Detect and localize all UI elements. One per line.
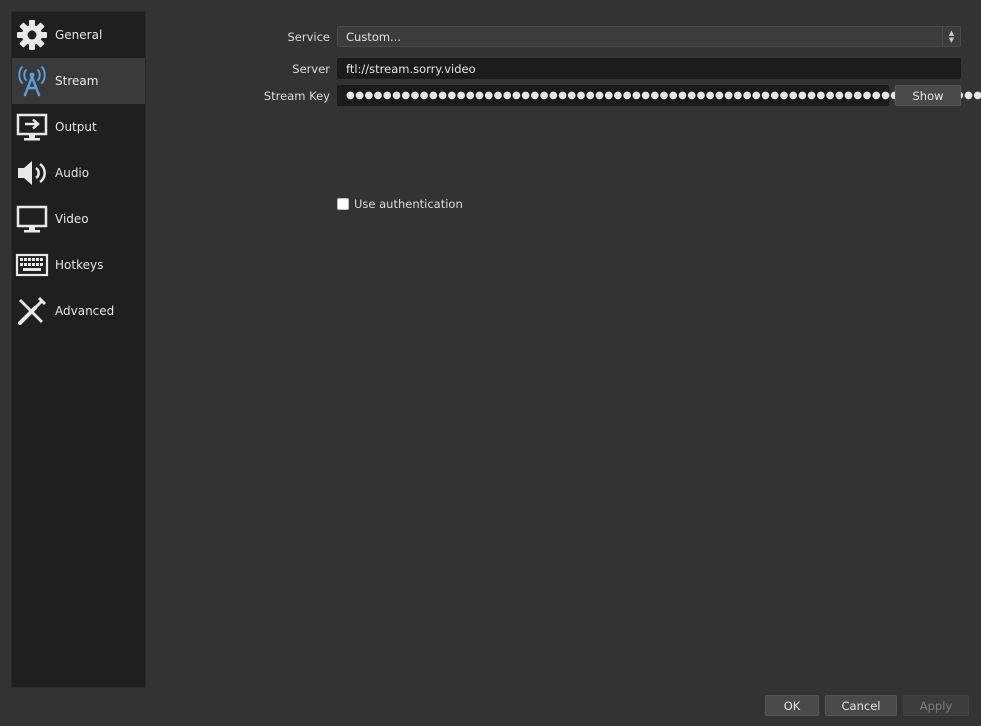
sidebar-item-output[interactable]: Output bbox=[12, 104, 145, 150]
keyboard-icon bbox=[15, 248, 49, 282]
sidebar-item-label: Hotkeys bbox=[55, 258, 104, 272]
sidebar-item-audio[interactable]: Audio bbox=[12, 150, 145, 196]
sidebar-item-label: Video bbox=[55, 212, 89, 226]
stream-key-input[interactable]: ●●●●●●●●●●●●●●●●●●●●●●●●●●●●●●●●●●●●●●●●… bbox=[337, 85, 981, 106]
service-selected-value: Custom... bbox=[346, 29, 402, 44]
sidebar-item-general[interactable]: General bbox=[12, 12, 145, 58]
service-select[interactable]: Custom... ▲ ▼ bbox=[337, 26, 961, 47]
use-authentication-row[interactable]: Use authentication bbox=[337, 197, 463, 211]
sidebar-item-label: Audio bbox=[55, 166, 90, 180]
show-key-button[interactable]: Show bbox=[895, 85, 961, 106]
server-label: Server bbox=[292, 62, 330, 76]
sidebar-item-label: Stream bbox=[55, 74, 99, 88]
sidebar-item-hotkeys[interactable]: Hotkeys bbox=[12, 242, 145, 288]
chevron-up-down-icon: ▲ ▼ bbox=[942, 27, 960, 46]
tools-icon bbox=[15, 294, 49, 328]
monitor-icon bbox=[15, 202, 49, 236]
stream-key-label: Stream Key bbox=[263, 89, 330, 103]
speaker-icon bbox=[15, 156, 49, 190]
use-authentication-checkbox[interactable] bbox=[337, 198, 349, 210]
sidebar-item-label: General bbox=[55, 28, 103, 42]
use-authentication-label[interactable]: Use authentication bbox=[354, 197, 463, 211]
stream-antenna-icon bbox=[15, 64, 49, 98]
server-input[interactable]: ftl://stream.sorry.video bbox=[337, 58, 961, 79]
ok-button[interactable]: OK bbox=[765, 695, 819, 716]
apply-button[interactable]: Apply bbox=[903, 695, 969, 716]
sidebar-item-stream[interactable]: Stream bbox=[12, 58, 145, 104]
cancel-button[interactable]: Cancel bbox=[825, 695, 897, 716]
sidebar-item-label: Output bbox=[55, 120, 97, 134]
output-icon bbox=[15, 110, 49, 144]
sidebar-item-video[interactable]: Video bbox=[12, 196, 145, 242]
settings-sidebar: General Stream Output Audio Video Hotkey… bbox=[11, 11, 146, 688]
sidebar-item-label: Advanced bbox=[55, 304, 115, 318]
sidebar-item-advanced[interactable]: Advanced bbox=[12, 288, 145, 334]
service-label: Service bbox=[287, 30, 330, 44]
gear-icon bbox=[15, 18, 49, 52]
